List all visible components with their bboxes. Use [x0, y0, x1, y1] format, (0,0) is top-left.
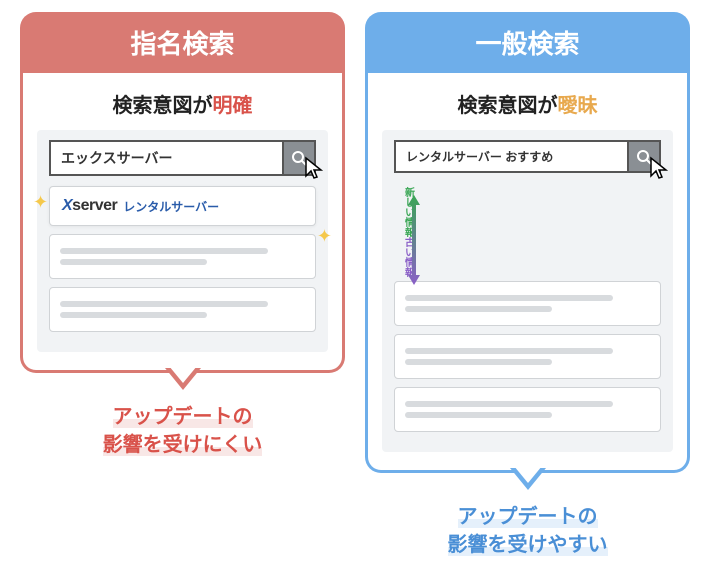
sparkle-icon: ✦ [317, 226, 332, 247]
subtitle-highlight: 曖昧 [558, 95, 598, 117]
result-item [49, 287, 316, 332]
footer-line1: アップデートの [458, 506, 598, 528]
footer-line2: 影響を受けにくい [103, 434, 263, 456]
search-panel: レンタルサーバー おすすめ 新しい情報 古い情報 [382, 130, 673, 452]
card-header: 指名検索 [20, 12, 345, 73]
top-result-sub: レンタルサーバー [123, 198, 219, 215]
general-search-card: 一般検索 検索意図が曖昧 レンタルサーバー おすすめ 新しい情報 [365, 12, 690, 559]
speech-pointer-inner [514, 466, 542, 483]
cursor-icon [304, 156, 326, 182]
xserver-logo: Xserver [62, 197, 117, 215]
branded-search-card: 指名検索 検索意図が明確 ✦ ✦ エックスサーバー Xserver レンタルサー… [20, 12, 345, 559]
result-item [394, 387, 661, 432]
subtitle: 検索意図が明確 [37, 89, 328, 118]
card-header: 一般検索 [365, 12, 690, 73]
search-panel: ✦ ✦ エックスサーバー Xserver レンタルサーバー [37, 130, 328, 352]
search-input[interactable]: エックスサーバー [49, 140, 282, 176]
sparkle-icon: ✦ [33, 192, 48, 213]
subtitle-prefix: 検索意図が [113, 95, 213, 117]
search-bar: レンタルサーバー おすすめ [394, 140, 661, 173]
result-item [49, 234, 316, 279]
freshness-axis: 新しい情報 古い情報 [394, 183, 422, 281]
results-column [394, 281, 661, 432]
result-item [394, 281, 661, 326]
footer-line2: 影響を受けやすい [448, 534, 608, 556]
subtitle: 検索意図が曖昧 [382, 89, 673, 118]
search-input[interactable]: レンタルサーバー おすすめ [394, 140, 627, 173]
subtitle-prefix: 検索意図が [458, 95, 558, 117]
cursor-icon [649, 156, 671, 182]
card-footer: アップデートの 影響を受けにくい [20, 403, 345, 459]
top-result: Xserver レンタルサーバー [49, 186, 316, 226]
card-body: 検索意図が明確 ✦ ✦ エックスサーバー Xserver レンタルサーバー [20, 73, 345, 373]
result-item [394, 334, 661, 379]
subtitle-highlight: 明確 [213, 95, 253, 117]
speech-pointer-inner [169, 366, 197, 383]
card-body: 検索意図が曖昧 レンタルサーバー おすすめ 新しい情報 [365, 73, 690, 473]
comparison-diagram: 指名検索 検索意図が明確 ✦ ✦ エックスサーバー Xserver レンタルサー… [12, 12, 698, 559]
card-footer: アップデートの 影響を受けやすい [365, 503, 690, 559]
footer-line1: アップデートの [113, 406, 253, 428]
search-bar: エックスサーバー [49, 140, 316, 176]
gradient-arrow-icon [407, 195, 421, 285]
